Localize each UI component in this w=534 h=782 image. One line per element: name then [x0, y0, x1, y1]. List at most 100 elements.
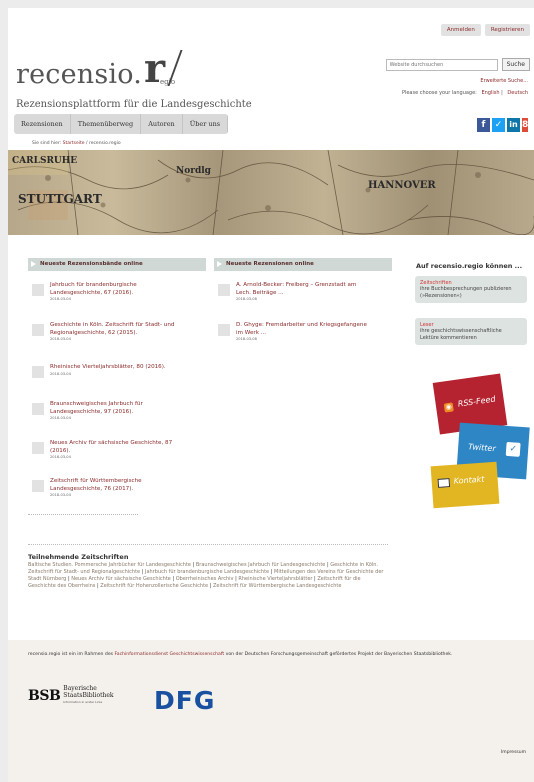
volume-date: 2018-03-04	[50, 297, 71, 301]
map-label-hannover: HANNOVER	[368, 180, 436, 191]
rss-icon: ◉	[443, 402, 454, 413]
language-prompt: Please choose your language:	[401, 90, 477, 96]
nav-item-rezensionen[interactable]: Rezensionen	[14, 114, 71, 134]
site-subtitle: Rezensionsplattform für die Landesgeschi…	[16, 99, 252, 110]
list-item[interactable]: Braunschweigisches Jahrbuch für Landesge…	[32, 401, 182, 420]
volume-thumbnail	[32, 480, 44, 492]
login-button[interactable]: Anmelden	[440, 24, 481, 36]
review-thumbnail	[218, 284, 230, 296]
list-item[interactable]: Zeitschrift für Württembergische Landesg…	[32, 478, 182, 497]
recent-reviews-heading: Neueste Rezensionen online	[214, 258, 392, 271]
journal-link[interactable]: Baltische Studien. Pommersche Jahrbücher…	[28, 562, 191, 568]
volume-date: 2018-03-04	[50, 455, 71, 459]
journals-list: Baltische Studien. Pommersche Jahrbücher…	[28, 562, 388, 590]
footer-text-post: von der Deutschen Forschungsgemeinschaft…	[224, 652, 453, 657]
journal-link[interactable]: Oberrheinisches Archiv	[176, 576, 234, 582]
breadcrumb: Sie sind hier: Startseite / recensio.reg…	[32, 141, 121, 146]
list-item[interactable]: Rheinische Vierteljahrsblätter, 80 (2016…	[32, 364, 182, 378]
language-deutsch[interactable]: Deutsch	[507, 90, 528, 96]
volume-thumbnail	[32, 284, 44, 296]
volume-date: 2018-03-04	[50, 493, 71, 497]
google-plus-icon[interactable]: 8	[522, 118, 528, 132]
facebook-icon[interactable]: f	[477, 118, 490, 132]
twitter-icon[interactable]: ✓	[492, 118, 505, 132]
review-date: 2018-03-08	[236, 337, 257, 341]
breadcrumb-home[interactable]: Startseite	[63, 141, 85, 146]
volume-title[interactable]: Braunschweigisches Jahrbuch für Landesge…	[50, 401, 182, 416]
logo-mark: r egio	[144, 49, 183, 89]
search-bar: Suche	[385, 58, 530, 71]
footer-text-pre: recensio.regio ist ein im Rahmen des	[28, 652, 115, 657]
review-thumbnail	[218, 324, 230, 336]
volume-thumbnail	[32, 403, 44, 415]
sidebar-box-readers[interactable]: Leser ihre geschichtswissenschaftliche L…	[415, 318, 527, 345]
volume-title[interactable]: Neues Archiv für sächsische Geschichte, …	[50, 440, 182, 455]
volume-title[interactable]: Jahrbuch für brandenburgische Landesgesc…	[50, 282, 182, 297]
bsb-tagline: Information in erster Linie	[63, 700, 103, 704]
page: Anmelden Registrieren recensio. r egio R…	[8, 8, 534, 782]
bsb-name-line2: StaatsBibliothek	[63, 691, 114, 699]
volume-date: 2018-03-04	[50, 416, 71, 420]
volume-thumbnail	[32, 324, 44, 336]
logo-text: recensio.	[16, 59, 143, 90]
footer: recensio.regio ist ein im Rahmen des Fac…	[8, 640, 534, 782]
journal-link[interactable]: Braunschweigisches Jahrbuch für Landesge…	[196, 562, 326, 568]
volume-thumbnail	[32, 442, 44, 454]
list-item[interactable]: Geschichte in Köln. Zeitschrift für Stad…	[32, 322, 182, 341]
search-input[interactable]	[385, 58, 498, 71]
divider	[28, 544, 388, 545]
sidebar-box-journals[interactable]: Zeitschriften ihre Buchbesprechungen pub…	[415, 276, 527, 303]
sidebar-heading: Auf recensio.regio können ...	[416, 262, 523, 270]
journal-link[interactable]: Zeitschrift für Hohenzollerische Geschic…	[100, 583, 208, 589]
volume-title[interactable]: Rheinische Vierteljahrsblätter, 80 (2016…	[50, 364, 166, 372]
search-button[interactable]: Suche	[501, 58, 530, 71]
rss-feed-label: RSS-Feed	[457, 394, 497, 409]
list-item[interactable]: Jahrbuch für brandenburgische Landesgesc…	[32, 282, 182, 301]
impressum-link[interactable]: Impressum	[501, 750, 526, 755]
nav-item-ueber-uns[interactable]: Über uns	[183, 114, 229, 134]
journal-link[interactable]: Jahrbuch für brandenburgische Landesgesc…	[145, 569, 269, 575]
list-item[interactable]: D. Ghyge: Fremdarbeiter und Kriegsgefang…	[218, 322, 368, 341]
register-button[interactable]: Registrieren	[484, 24, 530, 36]
language-switcher: Please choose your language: English | D…	[402, 90, 528, 96]
volume-date: 2018-03-04	[50, 371, 71, 376]
volume-title[interactable]: Zeitschrift für Württembergische Landesg…	[50, 478, 182, 493]
journal-link[interactable]: Zeitschrift für Württembergische Landesg…	[213, 583, 341, 589]
mail-icon	[437, 478, 451, 488]
map-label-carlsruhe: CARLSRUHE	[12, 156, 78, 166]
language-separator: |	[501, 90, 503, 96]
list-item[interactable]: A. Arnold-Becker: Freiberg – Grenzstadt …	[218, 282, 368, 301]
contact-tile[interactable]: Kontakt	[430, 461, 500, 509]
nav-item-themenueberweg[interactable]: Themenüberweg	[71, 114, 142, 134]
advanced-search-link[interactable]: Erweiterte Suche...	[480, 78, 528, 84]
map-label-stuttgart: STUTTGART	[18, 192, 102, 206]
dfg-logo[interactable]: DFG	[154, 686, 215, 715]
language-english[interactable]: English	[481, 90, 499, 96]
linkedin-icon[interactable]: in	[507, 118, 520, 132]
sidebar-box-desc: ihre Buchbesprechungen publizieren (»Rez…	[420, 286, 512, 299]
volume-thumbnail	[32, 366, 44, 378]
footer-link[interactable]: Fachinformationsdienst Geschichtswissens…	[115, 652, 225, 657]
breadcrumb-separator: /	[85, 141, 88, 146]
twitter-icon: ✓	[505, 441, 521, 457]
review-title[interactable]: A. Arnold-Becker: Freiberg – Grenzstadt …	[236, 282, 368, 297]
footer-text: recensio.regio ist ein im Rahmen des Fac…	[28, 652, 528, 659]
list-item[interactable]: Neues Archiv für sächsische Geschichte, …	[32, 440, 182, 459]
main-nav: Rezensionen Themenüberweg Autoren Über u…	[14, 114, 229, 134]
volume-date: 2018-03-04	[50, 337, 71, 341]
journal-link[interactable]: Neues Archiv für sächsische Geschichte	[71, 576, 171, 582]
nav-item-autoren[interactable]: Autoren	[141, 114, 183, 134]
breadcrumb-prefix: Sie sind hier:	[32, 141, 62, 146]
journals-heading: Teilnehmende Zeitschriften	[28, 553, 129, 561]
journal-link[interactable]: Rheinische Vierteljahrsblätter	[238, 576, 312, 582]
volume-title[interactable]: Geschichte in Köln. Zeitschrift für Stad…	[50, 322, 182, 337]
review-date: 2018-03-08	[236, 297, 257, 301]
divider	[28, 514, 138, 515]
social-links: f ✓ in 8	[477, 118, 528, 132]
contact-label: Kontakt	[453, 474, 485, 486]
site-logo[interactable]: recensio. r egio	[16, 49, 183, 90]
review-title[interactable]: D. Ghyge: Fremdarbeiter und Kriegsgefang…	[236, 322, 368, 337]
account-buttons: Anmelden Registrieren	[440, 24, 530, 36]
map-label-nordlg: Nordlg	[176, 166, 211, 176]
bsb-logo[interactable]: BSB Bayerische StaatsBibliothek Informat…	[28, 685, 114, 706]
